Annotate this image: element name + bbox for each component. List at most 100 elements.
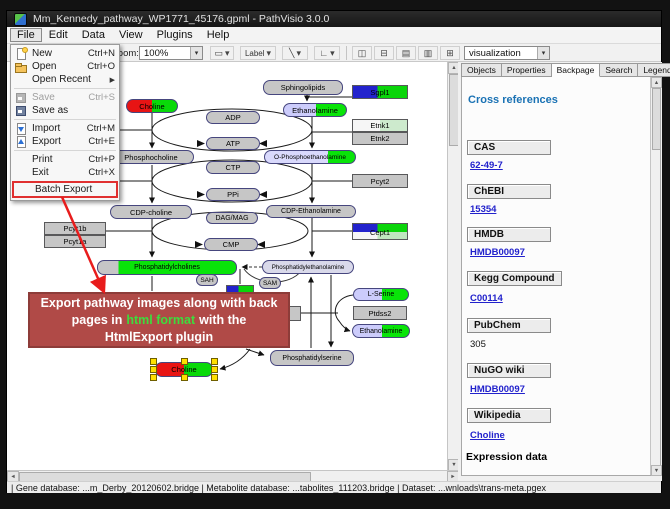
gene-etnk2[interactable]: Etnk2 [352,132,408,145]
menu-item-save[interactable]: Save Ctrl+S [11,91,119,104]
scroll-down-icon[interactable]: ▼ [651,465,662,476]
line-tool-button[interactable]: ╲ ▾ [282,46,308,60]
xref-link-chebi[interactable]: 15354 [470,204,496,215]
gene-pcyt2[interactable]: Pcyt2 [352,174,408,188]
tab-backpage[interactable]: Backpage [552,63,601,77]
canvas-horizontal-scrollbar[interactable]: ◄ ► [7,470,458,481]
shape-tool-button[interactable]: ▭ ▾ [210,46,234,60]
menu-separator [14,150,116,151]
selection-handle[interactable] [150,366,157,373]
menu-item-batch-export[interactable]: Batch Export [14,183,116,196]
node-choline[interactable]: Choline [126,99,178,113]
menubar-data[interactable]: Data [75,28,112,42]
tab-legend[interactable]: Legend [638,63,670,77]
gene-ptdss2[interactable]: Ptdss2 [353,306,407,320]
annotation-line3: HtmlExport plugin [105,329,213,346]
zoom-combobox[interactable]: 100% ▾ [139,46,203,60]
screen: Mm_Kennedy_pathway_WP1771_45176.gpml - P… [0,0,670,509]
node-sphingolipids[interactable]: Sphingolipids [263,80,343,95]
menu-item-print[interactable]: Print Ctrl+P [11,153,119,166]
annotation-callout: Export pathway images along with back pa… [28,292,290,348]
annotation-highlight: html format [126,313,195,327]
menu-item-export[interactable]: Export Ctrl+E [11,135,119,148]
node-sah[interactable]: SAH [196,274,218,286]
status-text: | Gene database: ...m_Derby_20120602.bri… [7,483,546,493]
app-icon [14,13,27,26]
tab-objects[interactable]: Objects [461,63,502,77]
scrollbar-thumb[interactable] [652,88,661,150]
menubar-edit[interactable]: Edit [42,28,75,42]
node-phosphocholine[interactable]: Phosphocholine [108,150,194,164]
xref-link-kegg[interactable]: C00114 [470,293,503,304]
node-l-serine[interactable]: L-Serine [353,288,409,301]
align-center-button[interactable]: ◫ [352,46,372,60]
chevron-down-icon: ▾ [296,48,301,59]
xref-link-nugo[interactable]: HMDB00097 [470,384,525,395]
node-cdp-ethanolamine[interactable]: CDP-Ethanolamine [266,205,356,218]
stack-icon: ⊞ [446,48,454,59]
node-o-phosphoethanolamine[interactable]: O-Phosphoethanolamine [264,150,356,164]
menubar-view[interactable]: View [112,28,150,42]
export-icon [15,136,27,148]
common-height-icon: ▥ [424,48,433,59]
menu-item-open-recent[interactable]: Open Recent ▶ [11,73,119,86]
node-ctp[interactable]: CTP [206,161,260,174]
selection-handle[interactable] [150,374,157,381]
menu-item-save-as[interactable]: Save as [11,104,119,117]
tab-properties[interactable]: Properties [502,63,552,77]
chevron-down-icon: ▾ [267,48,272,59]
node-ethanolamine[interactable]: Ethanolamine [283,103,347,117]
node-cmp[interactable]: CMP [204,238,258,251]
scroll-up-icon[interactable]: ▲ [651,77,662,88]
connector-tool-button[interactable]: ∟ ▾ [314,46,340,60]
sidebar-scrollbar[interactable]: ▲ ▼ [650,77,660,475]
menu-item-open[interactable]: Open Ctrl+O [11,60,119,73]
xref-link-cas[interactable]: 62-49-7 [470,160,503,171]
node-adp[interactable]: ADP [206,111,260,124]
xref-link-wikipedia[interactable]: Choline [470,430,505,441]
node-phosphatidylcholines[interactable]: Phosphatidylcholines [97,260,237,275]
node-dag-mag[interactable]: DAG/MAG [206,212,258,224]
selection-handle[interactable] [181,358,188,365]
gene-cept1[interactable]: Cept1 [352,223,408,240]
stack-button[interactable]: ⊞ [440,46,460,60]
selection-handle[interactable] [211,366,218,373]
node-phosphatidylethanolamine[interactable]: Phosphatidylethanolamine [262,260,354,274]
selection-handle[interactable] [211,358,218,365]
shape-icon: ▭ [214,48,223,59]
gene-pcyt1b[interactable]: Pcyt1b [44,222,106,235]
batch-export-highlight-box: Batch Export [12,181,118,198]
selection-handle[interactable] [150,358,157,365]
selection-handle[interactable] [181,374,188,381]
chevron-down-icon[interactable]: ▾ [537,47,549,59]
common-width-button[interactable]: ▤ [396,46,416,60]
node-atp[interactable]: ATP [206,137,260,150]
gene-etnk1[interactable]: Etnk1 [352,119,408,132]
node-sam[interactable]: SAM [259,277,281,289]
menubar-plugins[interactable]: Plugins [150,28,200,42]
node-phosphatidylserine[interactable]: Phosphatidylserine [270,350,354,366]
open-folder-icon [15,61,27,73]
selection-handle[interactable] [211,374,218,381]
menu-item-import[interactable]: Import Ctrl+M [11,122,119,135]
common-height-button[interactable]: ▥ [418,46,438,60]
visualization-combobox[interactable]: visualization ▾ [464,46,550,60]
node-ethanolamine-bottom[interactable]: Ethanolamine [352,324,410,338]
annotation-line2: pages inhtml formatwith the [72,312,247,329]
menubar-help[interactable]: Help [200,28,237,42]
menubar-file[interactable]: File [10,28,42,42]
tab-search[interactable]: Search [600,63,638,77]
align-middle-button[interactable]: ⊟ [374,46,394,60]
label-tool-button[interactable]: Label ▾ [240,46,276,60]
chevron-down-icon[interactable]: ▾ [190,47,202,59]
gene-sgpl1[interactable]: Sgpl1 [352,85,408,99]
submenu-arrow-icon: ▶ [110,76,115,84]
canvas-vertical-scrollbar[interactable]: ▲ ▼ [447,62,458,470]
menu-item-new[interactable]: New Ctrl+N [11,47,119,60]
node-ppi[interactable]: PPi [206,188,260,201]
node-cdp-choline[interactable]: CDP-choline [110,205,192,219]
menu-item-exit[interactable]: Exit Ctrl+X [11,166,119,179]
gene-pcyt1a[interactable]: Pcyt1a [44,235,106,248]
xref-link-hmdb[interactable]: HMDB00097 [470,247,525,258]
status-bar: | Gene database: ...m_Derby_20120602.bri… [7,481,661,493]
